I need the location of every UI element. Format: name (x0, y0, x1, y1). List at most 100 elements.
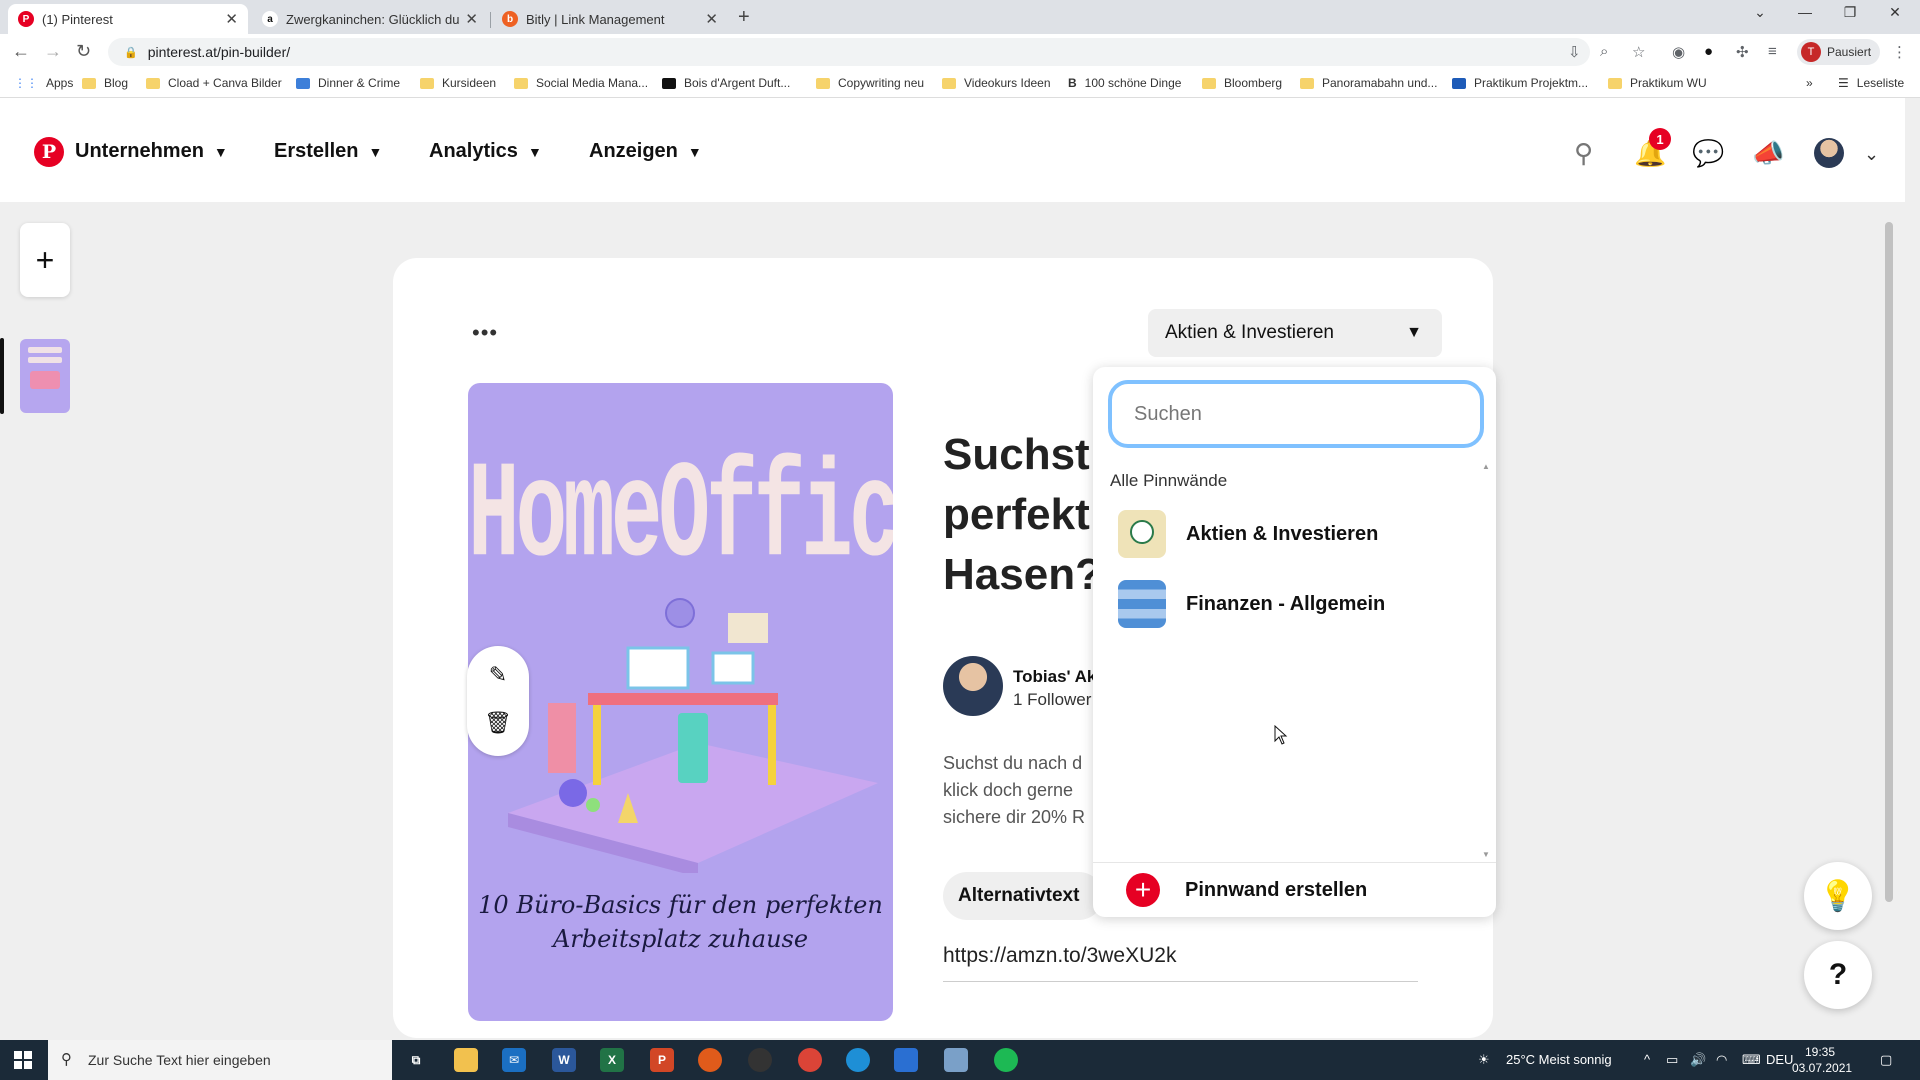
windows-start-icon[interactable] (14, 1051, 32, 1069)
weather-icon[interactable]: ☀ (1478, 1052, 1490, 1068)
messages-icon[interactable]: 💬 (1692, 138, 1724, 169)
chrome-icon[interactable] (798, 1048, 822, 1072)
new-tab-icon[interactable]: + (738, 6, 750, 29)
bookmark-social[interactable]: Social Media Mana... (514, 76, 648, 90)
bookmark-100-dinge[interactable]: B 100 schöne Dinge (1068, 76, 1181, 90)
app-icon[interactable] (698, 1048, 722, 1072)
avatar[interactable] (1814, 138, 1844, 168)
keyboard-icon[interactable]: ⌨ (1742, 1052, 1761, 1068)
close-tab-icon[interactable]: ✕ (705, 10, 718, 28)
delete-trash-icon[interactable]: 🗑 (467, 710, 529, 736)
address-bar[interactable]: 🔒 pinterest.at/pin-builder/ (108, 38, 1590, 66)
bookmark-star-icon[interactable]: ☆ (1632, 43, 1645, 61)
pinterest-logo-icon[interactable]: P (34, 137, 64, 167)
reload-icon[interactable]: ↻ (76, 41, 91, 62)
nav-erstellen[interactable]: Erstellen ▼ (274, 140, 382, 163)
task-view-icon[interactable]: ⧉ (404, 1048, 428, 1072)
page-scrollbar[interactable] (1882, 212, 1896, 1037)
bookmark-dinner[interactable]: Dinner & Crime (296, 76, 400, 90)
bookmark-praktikum-wu[interactable]: Praktikum WU (1608, 76, 1707, 90)
obs-icon[interactable] (748, 1048, 772, 1072)
megaphone-icon[interactable]: 📣 (1752, 138, 1784, 169)
scrollbar-thumb[interactable] (1885, 222, 1893, 902)
notepad-icon[interactable] (944, 1048, 968, 1072)
alt-text-button[interactable]: Alternativtext (943, 872, 1103, 920)
folder-icon (146, 77, 160, 89)
weather-text[interactable]: 25°C Meist sonnig (1506, 1052, 1612, 1067)
board-select[interactable]: Aktien & Investieren ▼ (1148, 309, 1442, 357)
bookmark-panoramabahn[interactable]: Panoramabahn und... (1300, 76, 1437, 90)
tray-chevron-icon[interactable]: ^ (1644, 1052, 1650, 1067)
bookmark-kursideen[interactable]: Kursideen (420, 76, 496, 90)
profile-button[interactable]: T Pausiert (1797, 39, 1880, 65)
add-pin-button[interactable]: + (20, 223, 70, 297)
install-icon[interactable]: ⇩ (1568, 43, 1581, 61)
bookmark-bois[interactable]: Bois d'Argent Duft... (662, 76, 790, 90)
word-icon[interactable]: W (552, 1048, 576, 1072)
volume-icon[interactable]: 🔊 (1690, 1052, 1706, 1068)
taskbar-search[interactable]: ⚲ Zur Suche Text hier eingeben (48, 1040, 392, 1080)
forward-icon[interactable]: → (44, 41, 62, 62)
nav-anzeigen[interactable]: Anzeigen ▼ (589, 140, 702, 163)
powerpoint-icon[interactable]: P (650, 1048, 674, 1072)
dropdown-scrollbar[interactable]: ▲ ▼ (1482, 462, 1490, 862)
tab-search-icon[interactable]: ⌄ (1740, 4, 1780, 21)
bookmark-blog[interactable]: Blog (82, 76, 128, 90)
bookmark-bloomberg[interactable]: Bloomberg (1202, 76, 1282, 90)
chevron-down-icon[interactable]: ⌄ (1864, 144, 1879, 165)
edit-pencil-icon[interactable]: ✎ (467, 662, 529, 688)
menu-icon[interactable]: ⋮ (1892, 43, 1907, 61)
battery-icon[interactable]: ▭ (1666, 1052, 1678, 1068)
bookmark-apps[interactable]: ⋮⋮ Apps (14, 76, 73, 90)
board-search-input[interactable] (1108, 380, 1484, 448)
notifications-icon[interactable]: ▢ (1880, 1052, 1892, 1068)
excel-icon[interactable]: X (600, 1048, 624, 1072)
app-window-icon[interactable] (894, 1048, 918, 1072)
extensions-puzzle-icon[interactable]: ✣ (1736, 43, 1749, 61)
nav-analytics[interactable]: Analytics ▼ (429, 140, 542, 163)
more-bookmarks-icon[interactable]: » (1806, 76, 1813, 90)
spotify-icon[interactable] (994, 1048, 1018, 1072)
restore-icon[interactable]: ❐ (1830, 4, 1870, 21)
board-option-finanzen[interactable]: Finanzen - Allgemein (1118, 577, 1458, 631)
pin-description[interactable]: Suchst du nach d klick doch gerne sicher… (943, 750, 1093, 831)
bookmark-copywriting[interactable]: Copywriting neu (816, 76, 924, 90)
windows-taskbar: ⚲ Zur Suche Text hier eingeben ⧉ ✉ W X P… (0, 1040, 1920, 1080)
language-indicator[interactable]: DEU (1766, 1052, 1793, 1067)
create-board-button[interactable]: + Pinnwand erstellen (1093, 862, 1496, 917)
edge-icon[interactable] (846, 1048, 870, 1072)
back-icon[interactable]: ← (12, 41, 30, 62)
help-icon[interactable]: ? (1804, 941, 1872, 1009)
destination-link-field[interactable]: https://amzn.to/3weXU2k (943, 942, 1418, 982)
grammarly-icon[interactable]: ● (1704, 43, 1713, 60)
more-options-icon[interactable]: ••• (472, 320, 498, 346)
pin-draft-thumbnail[interactable] (20, 339, 70, 413)
bookmark-label: Videokurs Ideen (964, 76, 1051, 90)
nav-unternehmen[interactable]: Unternehmen ▼ (75, 140, 228, 163)
board-option-aktien[interactable]: Aktien & Investieren (1118, 507, 1458, 561)
clock[interactable]: 19:35 03.07.2021 (1792, 1044, 1852, 1076)
folder-icon (1202, 77, 1216, 89)
browser-tab-pinterest[interactable]: P (1) Pinterest ✕ (8, 4, 248, 34)
minimize-icon[interactable]: — (1785, 4, 1825, 20)
extension-icon[interactable]: ◉ (1672, 43, 1685, 61)
network-icon[interactable]: ◠ (1716, 1052, 1727, 1068)
close-tab-icon[interactable]: ✕ (465, 10, 478, 28)
bookmark-videokurs[interactable]: Videokurs Ideen (942, 76, 1051, 90)
file-explorer-icon[interactable] (454, 1048, 478, 1072)
pin-title[interactable]: Suchst perfekt Hasen? (943, 425, 1103, 605)
close-tab-icon[interactable]: ✕ (225, 10, 238, 28)
zoom-icon[interactable]: ⌕ (1600, 43, 1608, 60)
close-window-icon[interactable]: ✕ (1875, 4, 1915, 21)
mail-icon[interactable]: ✉ (502, 1048, 526, 1072)
bookmark-canva[interactable]: Cload + Canva Bilder (146, 76, 282, 90)
reading-list[interactable]: ☰ Leseliste (1838, 76, 1904, 90)
scroll-down-icon[interactable]: ▼ (1482, 850, 1490, 859)
media-icon[interactable]: ≡ (1768, 43, 1777, 60)
bookmark-praktikum-projekt[interactable]: Praktikum Projektm... (1452, 76, 1588, 90)
lightbulb-icon[interactable]: 💡 (1804, 862, 1872, 930)
browser-tab-bitly[interactable]: b Bitly | Link Management ✕ (492, 4, 728, 34)
search-icon[interactable]: ⚲ (1574, 138, 1593, 169)
browser-tab-amazon[interactable]: a Zwergkaninchen: Glücklich durch ✕ (252, 4, 488, 34)
scroll-up-icon[interactable]: ▲ (1482, 462, 1490, 471)
